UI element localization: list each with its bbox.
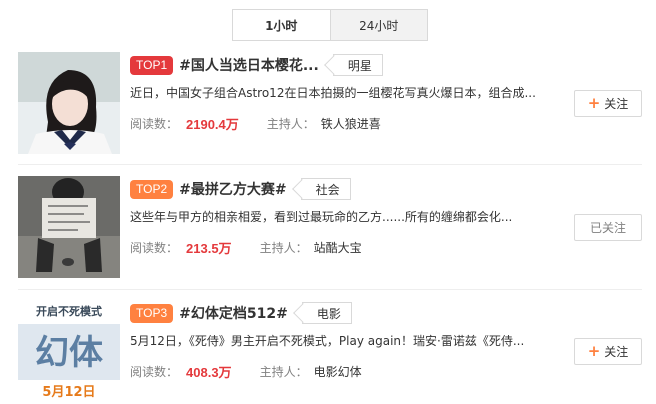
topic-title[interactable]: #最拼乙方大赛# — [179, 179, 286, 199]
reads-label: 阅读数： — [130, 241, 179, 255]
category-tag[interactable]: 社会 — [300, 178, 351, 200]
topic-title-row: TOP3 #幻体定档512# 电影 — [130, 302, 352, 324]
followed-button[interactable]: 已关注 — [574, 214, 642, 241]
topic-title-row: TOP1 #国人当选日本樱花... 明星 — [130, 54, 383, 76]
host-label: 主持人： — [266, 117, 315, 131]
reads-count: 408.3万 — [186, 365, 232, 380]
follow-button[interactable]: + 关注 — [574, 338, 642, 365]
tab-24-hours[interactable]: 24小时 — [329, 10, 427, 40]
host-name[interactable]: 铁人狼进喜 — [321, 115, 381, 132]
host-name[interactable]: 电影幻体 — [314, 363, 362, 380]
time-range-tabs: 1小时 24小时 — [232, 9, 428, 41]
poster-subtitle: 开启不死模式 — [36, 304, 102, 318]
topic-stats: 阅读数： 213.5万 主持人： 站酷大宝 — [130, 238, 362, 257]
topic-description: 近日，中国女子组合Astro12在日本拍摄的一组樱花写真火爆日本，组合成... — [130, 86, 536, 100]
rank-badge: TOP3 — [130, 303, 174, 323]
rank-badge: TOP1 — [130, 55, 174, 75]
follow-button[interactable]: + 关注 — [574, 90, 642, 117]
reads-label: 阅读数： — [130, 365, 179, 379]
poster-title: 幻体 — [35, 333, 103, 373]
plus-icon: + — [587, 94, 601, 112]
topic-title-row: TOP2 #最拼乙方大赛# 社会 — [130, 178, 351, 200]
topic-description: 这些年与甲方的相亲相爱，看到过最玩命的乙方......所有的缠绵都会化... — [130, 210, 513, 224]
poster-date: 5月12日 — [42, 385, 95, 400]
reads-count: 2190.4万 — [186, 117, 239, 132]
topic-thumbnail[interactable] — [18, 176, 120, 278]
topic-item-1: TOP1 #国人当选日本樱花... 明星 近日，中国女子组合Astro12在日本… — [18, 52, 642, 156]
topic-title[interactable]: #国人当选日本樱花... — [179, 55, 319, 75]
divider — [18, 164, 642, 165]
rank-badge: TOP2 — [130, 179, 174, 199]
reads-count: 213.5万 — [186, 241, 232, 256]
plus-icon: + — [587, 342, 601, 360]
host-label: 主持人： — [259, 241, 308, 255]
divider — [18, 289, 642, 290]
reads-label: 阅读数： — [130, 117, 179, 131]
topic-stats: 阅读数： 2190.4万 主持人： 铁人狼进喜 — [130, 114, 381, 133]
tab-1-hour[interactable]: 1小时 — [233, 10, 330, 40]
topic-title[interactable]: #幻体定档512# — [179, 303, 288, 323]
category-tag[interactable]: 电影 — [301, 302, 352, 324]
category-tag[interactable]: 明星 — [332, 54, 383, 76]
topic-item-3: 开启不死模式 幻体 5月12日 TOP3 #幻体定档512# 电影 5月12日，… — [18, 300, 642, 404]
topic-description: 5月12日，《死侍》男主开启不死模式，Play again！瑞安·雷诺兹《死侍.… — [130, 334, 525, 348]
host-label: 主持人： — [259, 365, 308, 379]
topic-item-2: TOP2 #最拼乙方大赛# 社会 这些年与甲方的相亲相爱，看到过最玩命的乙方..… — [18, 176, 642, 280]
topic-stats: 阅读数： 408.3万 主持人： 电影幻体 — [130, 362, 362, 381]
topic-thumbnail[interactable]: 开启不死模式 幻体 5月12日 — [18, 300, 120, 402]
topic-thumbnail[interactable] — [18, 52, 120, 154]
host-name[interactable]: 站酷大宝 — [314, 239, 362, 256]
